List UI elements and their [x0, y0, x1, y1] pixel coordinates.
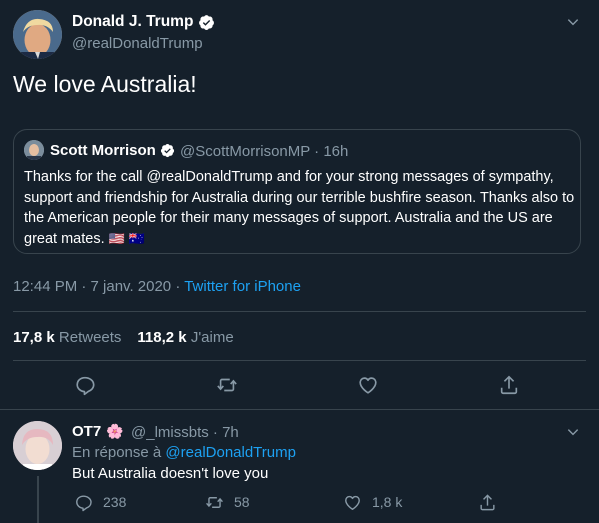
retweet-count: 58 — [234, 494, 250, 510]
avatar[interactable] — [13, 421, 62, 470]
reply-to-link[interactable]: @realDonaldTrump — [165, 444, 296, 461]
flower-icon: 🌸 — [106, 423, 124, 439]
quote-author-name[interactable]: Scott Morrison — [50, 142, 175, 159]
author-handle[interactable]: @realDonaldTrump — [72, 35, 203, 52]
likes-count: 118,2 k — [137, 329, 187, 346]
quoted-tweet[interactable]: Scott Morrison @ScottMorrisonMP · 16h Th… — [13, 129, 581, 254]
like-icon — [359, 377, 377, 394]
flag-us-icon: 🇺🇸 — [108, 230, 125, 246]
tweet-stats: 17,8 k Retweets 118,2 k J'aime — [13, 329, 234, 346]
author-name-text: Donald J. Trump — [72, 13, 194, 30]
quote-text: Thanks for the call @realDonaldTrump and… — [24, 167, 576, 249]
chevron-down-icon[interactable] — [566, 425, 580, 439]
likes-stat[interactable]: 118,2 k J'aime — [137, 329, 233, 346]
tweet-text: We love Australia! — [13, 71, 197, 97]
tweet-timestamp: 12:44 PM · 7 janv. 2020 · Twitter for iP… — [13, 278, 301, 295]
retweets-count: 17,8 k — [13, 329, 55, 346]
share-icon — [500, 375, 518, 395]
divider — [13, 311, 586, 312]
like-button[interactable] — [357, 374, 379, 396]
flag-au-icon: 🇦🇺 — [128, 230, 146, 246]
retweets-label: Retweets — [58, 329, 122, 346]
reply-meta: @_lmissbts · 7h — [131, 424, 239, 441]
chevron-down-icon[interactable] — [566, 15, 580, 29]
reply-icon — [76, 494, 92, 511]
quote-author-name-text: Scott Morrison — [50, 142, 156, 159]
main-tweet: Donald J. Trump @realDonaldTrump We love… — [0, 0, 599, 410]
reply-author-name[interactable]: OT7 🌸 — [72, 423, 124, 440]
quote-text-body: Thanks for the call @realDonaldTrump and… — [24, 169, 575, 247]
like-icon — [345, 495, 360, 510]
reply-author-name-text: OT7 — [72, 423, 102, 440]
thread-line — [37, 476, 39, 523]
author-name[interactable]: Donald J. Trump — [72, 13, 215, 31]
quote-meta: @ScottMorrisonMP · 16h — [180, 143, 349, 160]
source-link[interactable]: Twitter for iPhone — [184, 278, 301, 295]
reply-icon — [76, 376, 95, 396]
retweets-stat[interactable]: 17,8 k Retweets — [13, 329, 121, 346]
likes-label: J'aime — [190, 329, 234, 346]
reply-share-button[interactable] — [478, 492, 497, 512]
reply-button[interactable] — [74, 374, 96, 396]
reply-tweet[interactable]: OT7 🌸 @_lmissbts · 7h En réponse à @real… — [0, 411, 599, 523]
retweet-icon — [206, 496, 223, 508]
quote-avatar — [24, 140, 44, 160]
avatar[interactable] — [13, 10, 62, 59]
retweet-button[interactable] — [216, 374, 238, 396]
share-icon — [480, 493, 495, 510]
share-button[interactable] — [498, 374, 520, 396]
reply-reply-button[interactable]: 238 — [74, 492, 126, 512]
timestamp-text: 12:44 PM · 7 janv. 2020 · — [13, 278, 185, 295]
like-count: 1,8 k — [372, 494, 403, 510]
verified-badge-icon — [160, 143, 174, 158]
reply-prefix: En réponse à — [72, 444, 166, 461]
verified-badge-icon — [199, 14, 215, 30]
reply-retweet-button[interactable]: 58 — [205, 492, 250, 512]
reply-count: 238 — [103, 494, 127, 510]
reply-text: But Australia doesn't love you — [72, 465, 269, 482]
reply-context: En réponse à @realDonaldTrump — [72, 444, 296, 461]
reply-like-button[interactable]: 1,8 k — [343, 492, 402, 512]
retweet-icon — [217, 378, 237, 392]
divider — [13, 360, 586, 361]
